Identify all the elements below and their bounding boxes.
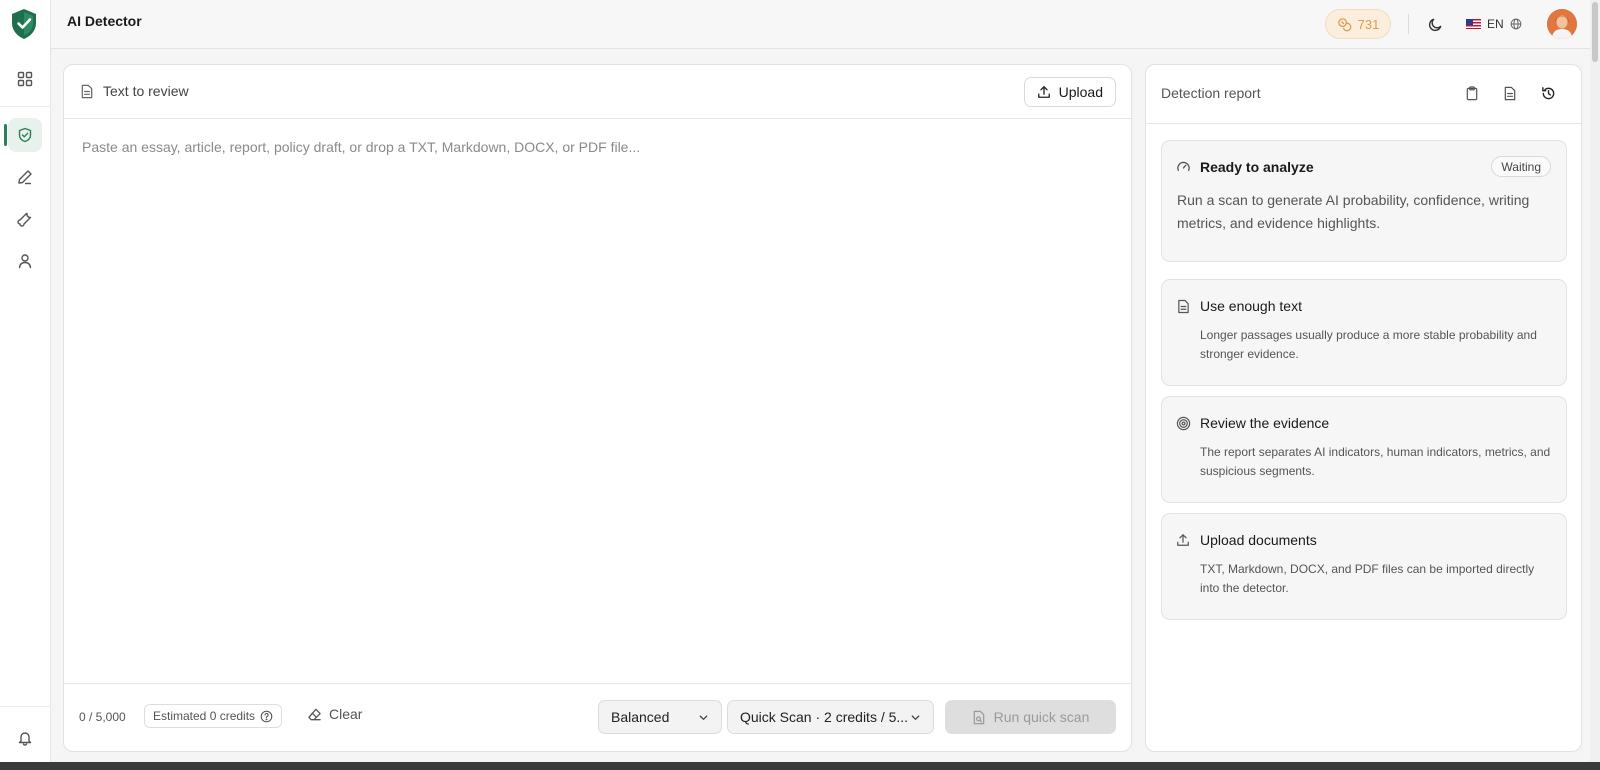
app-logo[interactable]: [10, 8, 38, 40]
window-bottom-edge: [0, 762, 1600, 770]
moon-icon: [1428, 18, 1441, 31]
file-scan-icon: [973, 710, 984, 724]
gauge-icon: [1175, 159, 1191, 175]
header-divider: [1408, 14, 1409, 34]
editor-title: Text to review: [80, 83, 189, 99]
run-scan-label: Run quick scan: [993, 709, 1090, 725]
target-icon: [1175, 415, 1191, 431]
detection-report-panel: Detection report Ready to analyze Waitin…: [1145, 64, 1582, 752]
sidebar-item-ai-detector[interactable]: [8, 118, 42, 152]
sidebar-item-dashboard[interactable]: [8, 62, 42, 96]
tip-body: The report separates AI indicators, huma…: [1200, 445, 1551, 478]
document-icon: [1504, 86, 1516, 100]
tip-card: Upload documents TXT, Markdown, DOCX, an…: [1161, 513, 1567, 620]
shield-check-icon: [18, 127, 32, 143]
grid-icon: [17, 71, 33, 87]
upload-button[interactable]: Upload: [1023, 77, 1116, 107]
language-code: EN: [1487, 17, 1504, 31]
globe-icon: [1510, 18, 1522, 30]
tip-card: Review the evidence The report separates…: [1161, 396, 1567, 503]
tip-body: TXT, Markdown, DOCX, and PDF files can b…: [1200, 562, 1535, 595]
scan-type-value: Quick Scan · 2 credits / 5...: [740, 709, 908, 725]
editor-title-label: Text to review: [103, 83, 189, 99]
editor-card: Text to review Upload 0 / 5,000 Estimate…: [63, 64, 1132, 752]
tip-card: Use enough text Longer passages usually …: [1161, 279, 1567, 386]
history-icon: [1541, 86, 1554, 99]
export-report-button[interactable]: [1500, 83, 1520, 103]
active-indicator: [4, 124, 7, 146]
history-button[interactable]: [1538, 83, 1558, 103]
character-count: 0 / 5,000: [79, 710, 126, 724]
bell-icon: [18, 732, 32, 746]
eraser-icon: [308, 708, 321, 720]
upload-label: Upload: [1058, 84, 1103, 100]
page-title: AI Detector: [67, 13, 142, 29]
text-input[interactable]: [64, 120, 1131, 677]
ready-card: Ready to analyze Waiting Run a scan to g…: [1161, 140, 1567, 262]
wrench-icon: [17, 212, 32, 227]
us-flag-icon: [1466, 19, 1481, 29]
editor-footer: 0 / 5,000 Estimated 0 credits Clear Bala…: [64, 683, 1131, 751]
copy-report-button[interactable]: [1462, 83, 1482, 103]
mode-select[interactable]: Balanced: [598, 700, 722, 734]
clipboard-icon: [1466, 85, 1478, 100]
ready-description: Run a scan to generate AI probability, c…: [1177, 192, 1530, 231]
clear-button[interactable]: Clear: [307, 706, 362, 722]
tip-title: Upload documents: [1200, 532, 1317, 548]
upload-icon: [1175, 532, 1191, 548]
report-title: Detection report: [1161, 85, 1261, 101]
tip-body: Longer passages usually produce a more s…: [1200, 328, 1537, 361]
report-header: Detection report: [1146, 65, 1581, 124]
page-scrollbar[interactable]: [1590, 0, 1600, 770]
avatar[interactable]: [1547, 9, 1577, 39]
user-icon: [18, 254, 32, 269]
clear-label: Clear: [329, 706, 363, 722]
sidebar: [0, 0, 51, 770]
tip-title: Review the evidence: [1200, 415, 1330, 431]
scrollbar-thumb[interactable]: [1592, 2, 1598, 62]
help-icon[interactable]: [260, 710, 273, 723]
mode-value: Balanced: [611, 709, 670, 725]
language-selector[interactable]: EN: [1466, 14, 1522, 34]
run-scan-button[interactable]: Run quick scan: [945, 700, 1116, 734]
top-header: AI Detector 731 EN: [51, 0, 1600, 49]
pen-icon: [18, 170, 32, 185]
sidebar-item-tools[interactable]: [8, 202, 42, 236]
status-badge: Waiting: [1491, 156, 1551, 177]
sidebar-item-account[interactable]: [8, 244, 42, 278]
tip-title: Use enough text: [1200, 298, 1302, 314]
theme-toggle[interactable]: [1425, 14, 1445, 34]
upload-icon: [1037, 86, 1050, 98]
estimated-credits-badge: Estimated 0 credits: [144, 704, 283, 728]
credits-count: 731: [1357, 16, 1380, 32]
credits-badge[interactable]: 731: [1325, 9, 1391, 39]
scan-type-select[interactable]: Quick Scan · 2 credits / 5...: [727, 700, 934, 734]
sidebar-divider-bottom: [0, 706, 51, 707]
sidebar-divider: [0, 106, 51, 107]
notifications-button[interactable]: [8, 721, 42, 755]
coins-icon: [1337, 17, 1352, 31]
editor-header: Text to review Upload: [64, 65, 1131, 119]
estimated-credits-label: Estimated 0 credits: [153, 709, 256, 723]
chevron-down-icon: [699, 714, 708, 720]
ready-title: Ready to analyze: [1200, 159, 1314, 175]
document-icon: [1175, 298, 1191, 314]
document-icon: [81, 84, 93, 98]
chevron-down-icon: [911, 714, 920, 720]
sidebar-item-writer[interactable]: [8, 160, 42, 194]
